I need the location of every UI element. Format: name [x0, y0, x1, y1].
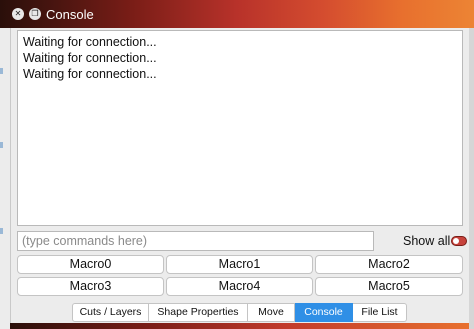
- toggle-knob: [453, 238, 459, 244]
- macro5-button[interactable]: Macro5: [315, 277, 463, 296]
- command-input[interactable]: [17, 231, 374, 251]
- tab-console[interactable]: Console: [295, 303, 353, 322]
- macro4-button[interactable]: Macro4: [166, 277, 313, 296]
- float-icon[interactable]: ❐: [29, 8, 41, 20]
- window-titlebar[interactable]: ✕ ❐ Console: [0, 0, 474, 28]
- right-panel-edge: [469, 28, 474, 329]
- edge-marker: [0, 142, 3, 148]
- macro3-button[interactable]: Macro3: [17, 277, 164, 296]
- edge-marker: [0, 68, 3, 74]
- tab-move[interactable]: Move: [248, 303, 295, 322]
- console-line: Waiting for connection...: [23, 35, 157, 49]
- show-all-label: Show all: [403, 234, 451, 248]
- bottom-window-edge: [10, 323, 469, 329]
- tab-file-list[interactable]: File List: [353, 303, 407, 322]
- tab-cuts-layers[interactable]: Cuts / Layers: [72, 303, 149, 322]
- show-all-toggle[interactable]: [451, 236, 467, 246]
- macro1-button[interactable]: Macro1: [166, 255, 313, 274]
- edge-marker: [0, 228, 3, 234]
- console-line: Waiting for connection...: [23, 67, 157, 81]
- macro0-button[interactable]: Macro0: [17, 255, 164, 274]
- tab-shape-properties[interactable]: Shape Properties: [149, 303, 248, 322]
- panel-tab-bar: Cuts / Layers Shape Properties Move Cons…: [72, 303, 407, 322]
- macro2-button[interactable]: Macro2: [315, 255, 463, 274]
- close-icon[interactable]: ✕: [12, 8, 24, 20]
- window-title: Console: [46, 7, 94, 22]
- console-output[interactable]: Waiting for connection... Waiting for co…: [17, 30, 463, 226]
- console-line: Waiting for connection...: [23, 51, 157, 65]
- left-panel-edge: [0, 28, 11, 329]
- console-window: ✕ ❐ Console Waiting for connection... Wa…: [0, 0, 474, 329]
